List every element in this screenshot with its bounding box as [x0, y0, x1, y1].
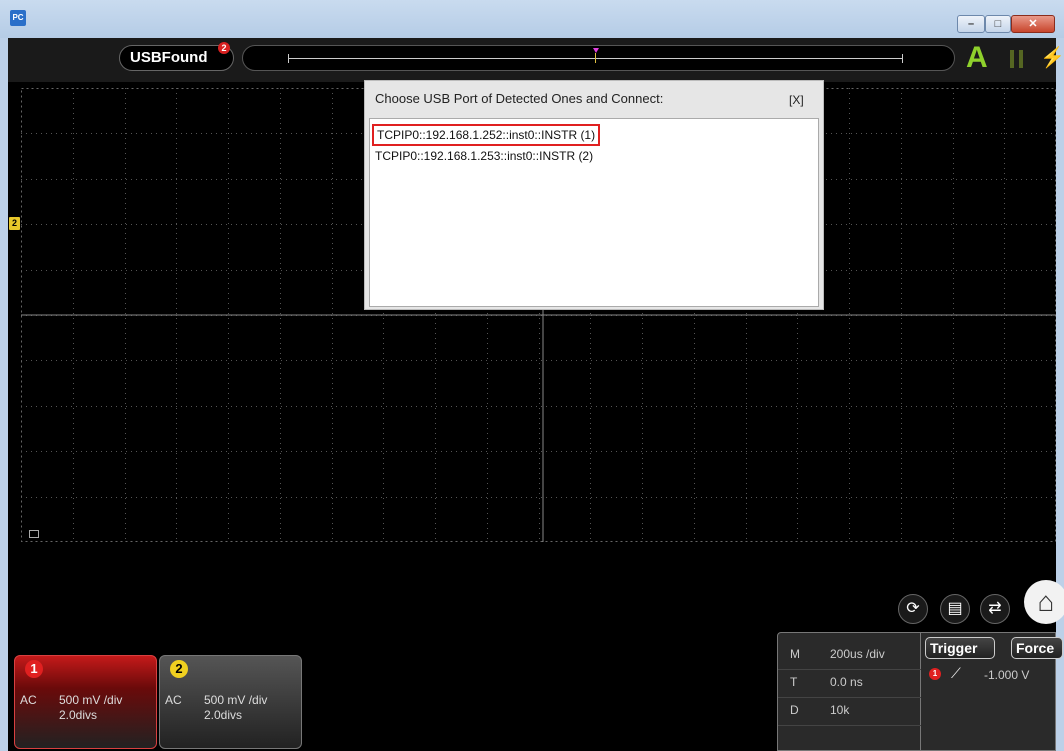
trigger-source-badge[interactable]: 1 [929, 668, 941, 680]
channel-1-position: 2.0divs [59, 708, 98, 722]
channel-1-coupling: AC [20, 693, 37, 707]
window-icon[interactable] [29, 530, 39, 538]
timebase-value: 0.0 ns [830, 675, 863, 689]
swap-button[interactable]: ⇄ [980, 594, 1010, 624]
trigger-button[interactable]: Trigger [925, 637, 995, 659]
rising-edge-icon[interactable]: ⟋ [951, 665, 961, 682]
close-icon: ✕ [1028, 18, 1038, 30]
trigger-panel: Trigger Force 1 ⟋ -1.000 V [921, 632, 1063, 751]
trigger-level[interactable]: -1.000 V [984, 668, 1029, 682]
track-left-end [288, 54, 289, 63]
save-button[interactable]: ▤ [940, 594, 970, 624]
port-list-item[interactable]: TCPIP0::192.168.1.253::inst0::INSTR (2) [375, 149, 593, 163]
timebase-panel[interactable]: M 200us /div T 0.0 ns D 10k [777, 632, 921, 751]
run-icon[interactable]: ⚡ [1040, 46, 1064, 70]
port-list-item[interactable]: TCPIP0::192.168.1.252::inst0::INSTR (1) [372, 124, 601, 146]
maximize-button[interactable]: □ [985, 15, 1011, 33]
channel-1-panel[interactable]: 1 AC 500 mV /div 2.0divs [14, 655, 157, 749]
channel-1-badge: 1 [25, 660, 43, 678]
channel-2-marker[interactable]: 2 [9, 217, 20, 230]
close-button[interactable]: ✕ [1011, 15, 1055, 33]
connection-status-button[interactable]: USBFound [119, 45, 234, 71]
title-bar: PC – □ ✕ [0, 0, 1064, 38]
dialog-title: Choose USB Port of Detected Ones and Con… [375, 91, 664, 106]
dialog-close-button[interactable]: [X] [789, 93, 804, 107]
timebase-row: T 0.0 ns [778, 669, 921, 698]
timebase-value: 200us /div [830, 647, 885, 661]
minimize-icon: – [967, 18, 975, 30]
maximize-icon: □ [994, 18, 1002, 30]
timebase-value: 10k [830, 703, 850, 717]
save-icon: ▤ [947, 600, 963, 617]
pause-icon[interactable] [1010, 50, 1024, 68]
force-button[interactable]: Force [1011, 637, 1063, 659]
channel-2-badge: 2 [170, 660, 188, 678]
connection-count-badge: 2 [218, 42, 230, 54]
swap-icon: ⇄ [988, 600, 1002, 617]
trigger-position-marker[interactable] [593, 48, 599, 53]
trigger-position-tick [595, 53, 596, 63]
minimize-button[interactable]: – [957, 15, 985, 33]
auto-set-icon: ⟳ [906, 600, 920, 617]
window-frame-left [0, 38, 8, 751]
timebase-row: M 200us /div [778, 641, 921, 670]
channel-1-scale: 500 mV /div [59, 693, 123, 707]
timebase-key: T [790, 675, 798, 689]
app-icon: PC [10, 10, 26, 26]
channel-2-scale: 500 mV /div [204, 693, 268, 707]
auto-set-button[interactable]: ⟳ [898, 594, 928, 624]
home-icon: ⌂ [1037, 586, 1055, 617]
auto-icon[interactable]: A [966, 42, 996, 74]
track-right-end [902, 54, 903, 63]
usb-port-dialog: Choose USB Port of Detected Ones and Con… [364, 80, 824, 310]
timebase-key: M [790, 647, 800, 661]
channel-2-panel[interactable]: 2 AC 500 mV /div 2.0divs [159, 655, 302, 749]
timebase-row: D 10k [778, 697, 921, 726]
home-button[interactable]: ⌂ [1024, 580, 1064, 624]
channel-2-coupling: AC [165, 693, 182, 707]
channel-2-position: 2.0divs [204, 708, 243, 722]
timebase-key: D [790, 703, 799, 717]
port-list: TCPIP0::192.168.1.252::inst0::INSTR (1) … [369, 118, 819, 307]
